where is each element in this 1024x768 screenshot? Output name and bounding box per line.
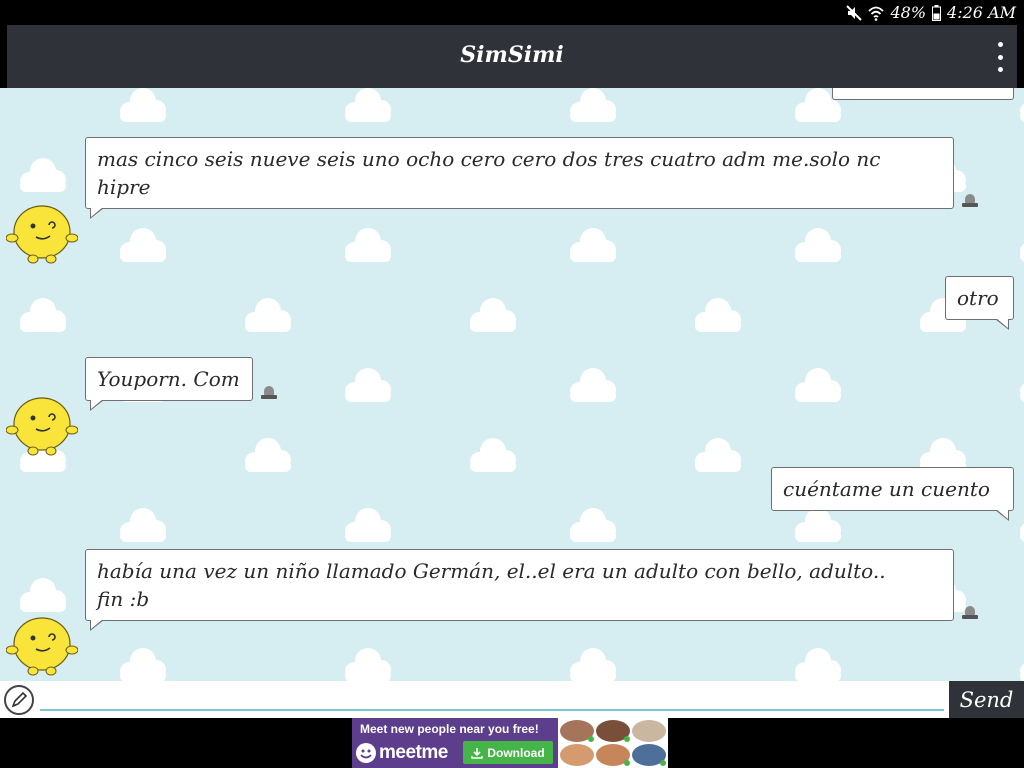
cloud-shape	[345, 368, 391, 402]
cloud-shape	[345, 228, 391, 262]
cloud-shape	[120, 648, 166, 681]
previous-message-bubble	[832, 88, 1014, 100]
ad-tagline: Meet new people near you free!	[360, 722, 539, 736]
report-icon[interactable]	[962, 194, 978, 208]
cloud-shape	[570, 228, 616, 262]
message-text: había una vez un niño llamado Germán, el…	[97, 559, 886, 583]
app-header: SimSimi	[7, 25, 1017, 88]
chat-area[interactable]: mas cinco seis nueve seis uno ocho cero …	[0, 88, 1024, 681]
cloud-shape	[570, 88, 616, 122]
cloud-shape	[795, 228, 841, 262]
cloud-shape	[470, 298, 516, 332]
cloud-shape	[795, 508, 841, 542]
cloud-shape	[570, 648, 616, 681]
battery-percent: 48%	[890, 3, 927, 22]
cloud-shape	[345, 88, 391, 122]
app-title: SimSimi	[460, 42, 564, 68]
simsimi-message-bubble[interactable]: Youporn. Com	[85, 357, 253, 411]
message-text: fin :b	[97, 587, 150, 611]
profile-photo	[560, 744, 594, 766]
cloud-shape	[245, 298, 291, 332]
cloud-shape	[570, 508, 616, 542]
status-bar: 48% 4:26 AM	[0, 0, 1024, 25]
message-text: otro	[957, 286, 999, 310]
message-text: mas cinco seis nueve seis uno ocho cero …	[97, 147, 881, 171]
ad-download-button[interactable]: Download	[463, 741, 553, 764]
simsimi-avatar[interactable]	[6, 608, 78, 678]
ad-photo-grid	[558, 718, 668, 768]
ad-download-label: Download	[487, 745, 545, 760]
pencil-icon[interactable]	[4, 685, 34, 715]
message-text: hipre	[97, 175, 151, 199]
cloud-shape	[345, 508, 391, 542]
ad-banner[interactable]: Meet new people near you free! meetme Do…	[352, 718, 668, 768]
simsimi-avatar[interactable]	[6, 196, 78, 266]
cloud-shape	[120, 228, 166, 262]
input-bar: Send	[0, 681, 1024, 718]
wifi-icon	[868, 6, 885, 21]
send-button[interactable]: Send	[949, 681, 1024, 718]
cloud-shape	[120, 88, 166, 122]
profile-photo	[596, 744, 630, 766]
profile-photo	[560, 720, 594, 742]
ad-brand: meetme	[379, 742, 448, 763]
message-input[interactable]	[40, 685, 944, 711]
cloud-shape	[470, 438, 516, 472]
cloud-shape	[1020, 508, 1024, 542]
overflow-menu-icon[interactable]	[995, 42, 1005, 72]
ad-area: Meet new people near you free! meetme Do…	[0, 718, 1024, 768]
cloud-shape	[795, 648, 841, 681]
profile-photo	[632, 720, 666, 742]
user-message-bubble[interactable]: cuéntame un cuento	[771, 467, 1014, 521]
cloud-shape	[1020, 228, 1024, 262]
cloud-shape	[695, 438, 741, 472]
report-icon[interactable]	[261, 386, 277, 400]
message-text: Youporn. Com	[97, 367, 240, 391]
cloud-shape	[20, 578, 66, 612]
cloud-shape	[20, 158, 66, 192]
profile-photo	[596, 720, 630, 742]
message-text: cuéntame un cuento	[783, 477, 990, 501]
cloud-shape	[795, 368, 841, 402]
cloud-shape	[20, 298, 66, 332]
smiley-icon	[356, 743, 376, 763]
report-icon[interactable]	[962, 606, 978, 620]
mute-icon	[846, 4, 863, 21]
simsimi-message-bubble[interactable]: había una vez un niño llamado Germán, el…	[85, 549, 954, 631]
cloud-shape	[1020, 648, 1024, 681]
cloud-shape	[695, 298, 741, 332]
cloud-shape	[570, 368, 616, 402]
user-message-bubble[interactable]: otro	[945, 276, 1014, 330]
cloud-shape	[120, 508, 166, 542]
cloud-shape	[1020, 88, 1024, 122]
simsimi-avatar[interactable]	[6, 388, 78, 458]
profile-photo	[632, 744, 666, 766]
ad-logo: meetme	[356, 742, 448, 764]
clock: 4:26 AM	[947, 3, 1016, 22]
cloud-shape	[1020, 368, 1024, 402]
download-icon	[471, 747, 484, 759]
cloud-shape	[345, 648, 391, 681]
battery-icon	[932, 4, 942, 21]
simsimi-message-bubble[interactable]: mas cinco seis nueve seis uno ocho cero …	[85, 137, 954, 219]
status-icons: 48% 4:26 AM	[846, 3, 1016, 22]
cloud-shape	[245, 438, 291, 472]
